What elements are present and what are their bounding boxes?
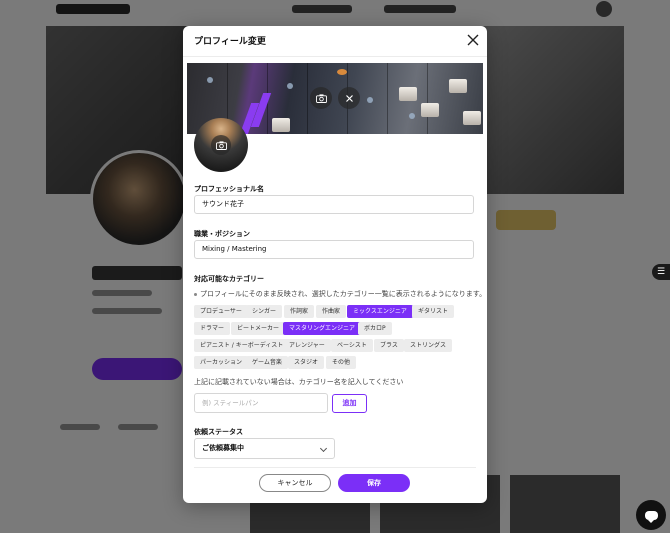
camera-icon xyxy=(315,93,327,103)
categories-note-text: プロフィールにそのまま反映され、選択したカテゴリー一覧に表示されるようになります… xyxy=(200,290,487,298)
category-chip[interactable]: ピアニスト / キーボーディスト xyxy=(194,339,290,352)
status-value: ご依頼募集中 xyxy=(202,444,244,452)
chat-button[interactable] xyxy=(636,500,666,530)
category-chip[interactable]: アレンジャー xyxy=(283,339,331,352)
profile-edit-modal: プロフィール変更 プロフェッショナル名 サウンド花子 職業・ポジション Mixi… xyxy=(183,26,487,503)
other-category-note: 上記に記載されていない場合は、カテゴリー名を記入してください xyxy=(194,378,404,386)
footer-divider xyxy=(194,467,476,468)
status-select[interactable]: ご依頼募集中 xyxy=(194,438,335,459)
category-chip[interactable]: ストリングス xyxy=(404,339,453,352)
status-label: 依頼ステータス xyxy=(194,428,243,436)
modal-title: プロフィール変更 xyxy=(194,37,266,47)
side-menu-icon[interactable]: ☰ xyxy=(652,264,670,280)
profile-avatar[interactable] xyxy=(194,118,248,172)
avatar-camera-button[interactable] xyxy=(211,135,231,155)
category-chip[interactable]: ドラマー xyxy=(194,322,231,335)
category-chip[interactable]: 作詞家 xyxy=(284,305,315,318)
categories-label: 対応可能なカテゴリー xyxy=(194,275,264,283)
category-chip[interactable]: 作曲家 xyxy=(316,305,347,318)
camera-icon xyxy=(215,140,227,150)
category-chip[interactable]: ブラス xyxy=(374,339,404,352)
other-category-input[interactable]: 例) スティールパン xyxy=(194,393,328,413)
position-input[interactable]: Mixing / Mastering xyxy=(194,240,474,259)
category-chip[interactable]: ゲーム音楽 xyxy=(246,356,288,369)
display-name-input[interactable]: サウンド花子 xyxy=(194,195,474,214)
category-chip[interactable]: ベーシスト xyxy=(331,339,373,352)
category-chip[interactable]: マスタリングエンジニア xyxy=(283,322,362,335)
save-button[interactable]: 保存 xyxy=(338,474,410,492)
categories-note: プロフィールにそのまま反映され、選択したカテゴリー一覧に表示されるようになります… xyxy=(194,289,486,299)
modal-header: プロフィール変更 xyxy=(183,26,487,57)
category-chip[interactable]: ビートメーカー xyxy=(231,322,286,335)
add-category-button[interactable]: 追加 xyxy=(332,394,367,413)
position-label: 職業・ポジション xyxy=(194,230,250,238)
close-icon[interactable] xyxy=(465,32,481,48)
category-chip[interactable]: シンガー xyxy=(246,305,283,318)
category-chip[interactable]: ギタリスト xyxy=(412,305,455,318)
category-chip[interactable]: スタジオ xyxy=(288,356,325,369)
category-chip[interactable]: ミックスエンジニア xyxy=(347,305,413,318)
category-chip[interactable]: ボカロP xyxy=(358,322,392,335)
category-chip[interactable]: パーカッション xyxy=(194,356,249,369)
cover-remove-button[interactable] xyxy=(338,87,360,109)
category-chip[interactable]: プロデューサー xyxy=(194,305,248,318)
cover-camera-button[interactable] xyxy=(310,87,332,109)
remove-image-icon xyxy=(345,94,353,102)
display-name-label: プロフェッショナル名 xyxy=(194,185,264,193)
note-bullet-icon xyxy=(194,292,197,296)
cancel-button[interactable]: キャンセル xyxy=(259,474,331,492)
chat-icon xyxy=(644,510,658,523)
category-chip[interactable]: その他 xyxy=(326,356,357,369)
chevron-down-icon xyxy=(319,444,328,453)
